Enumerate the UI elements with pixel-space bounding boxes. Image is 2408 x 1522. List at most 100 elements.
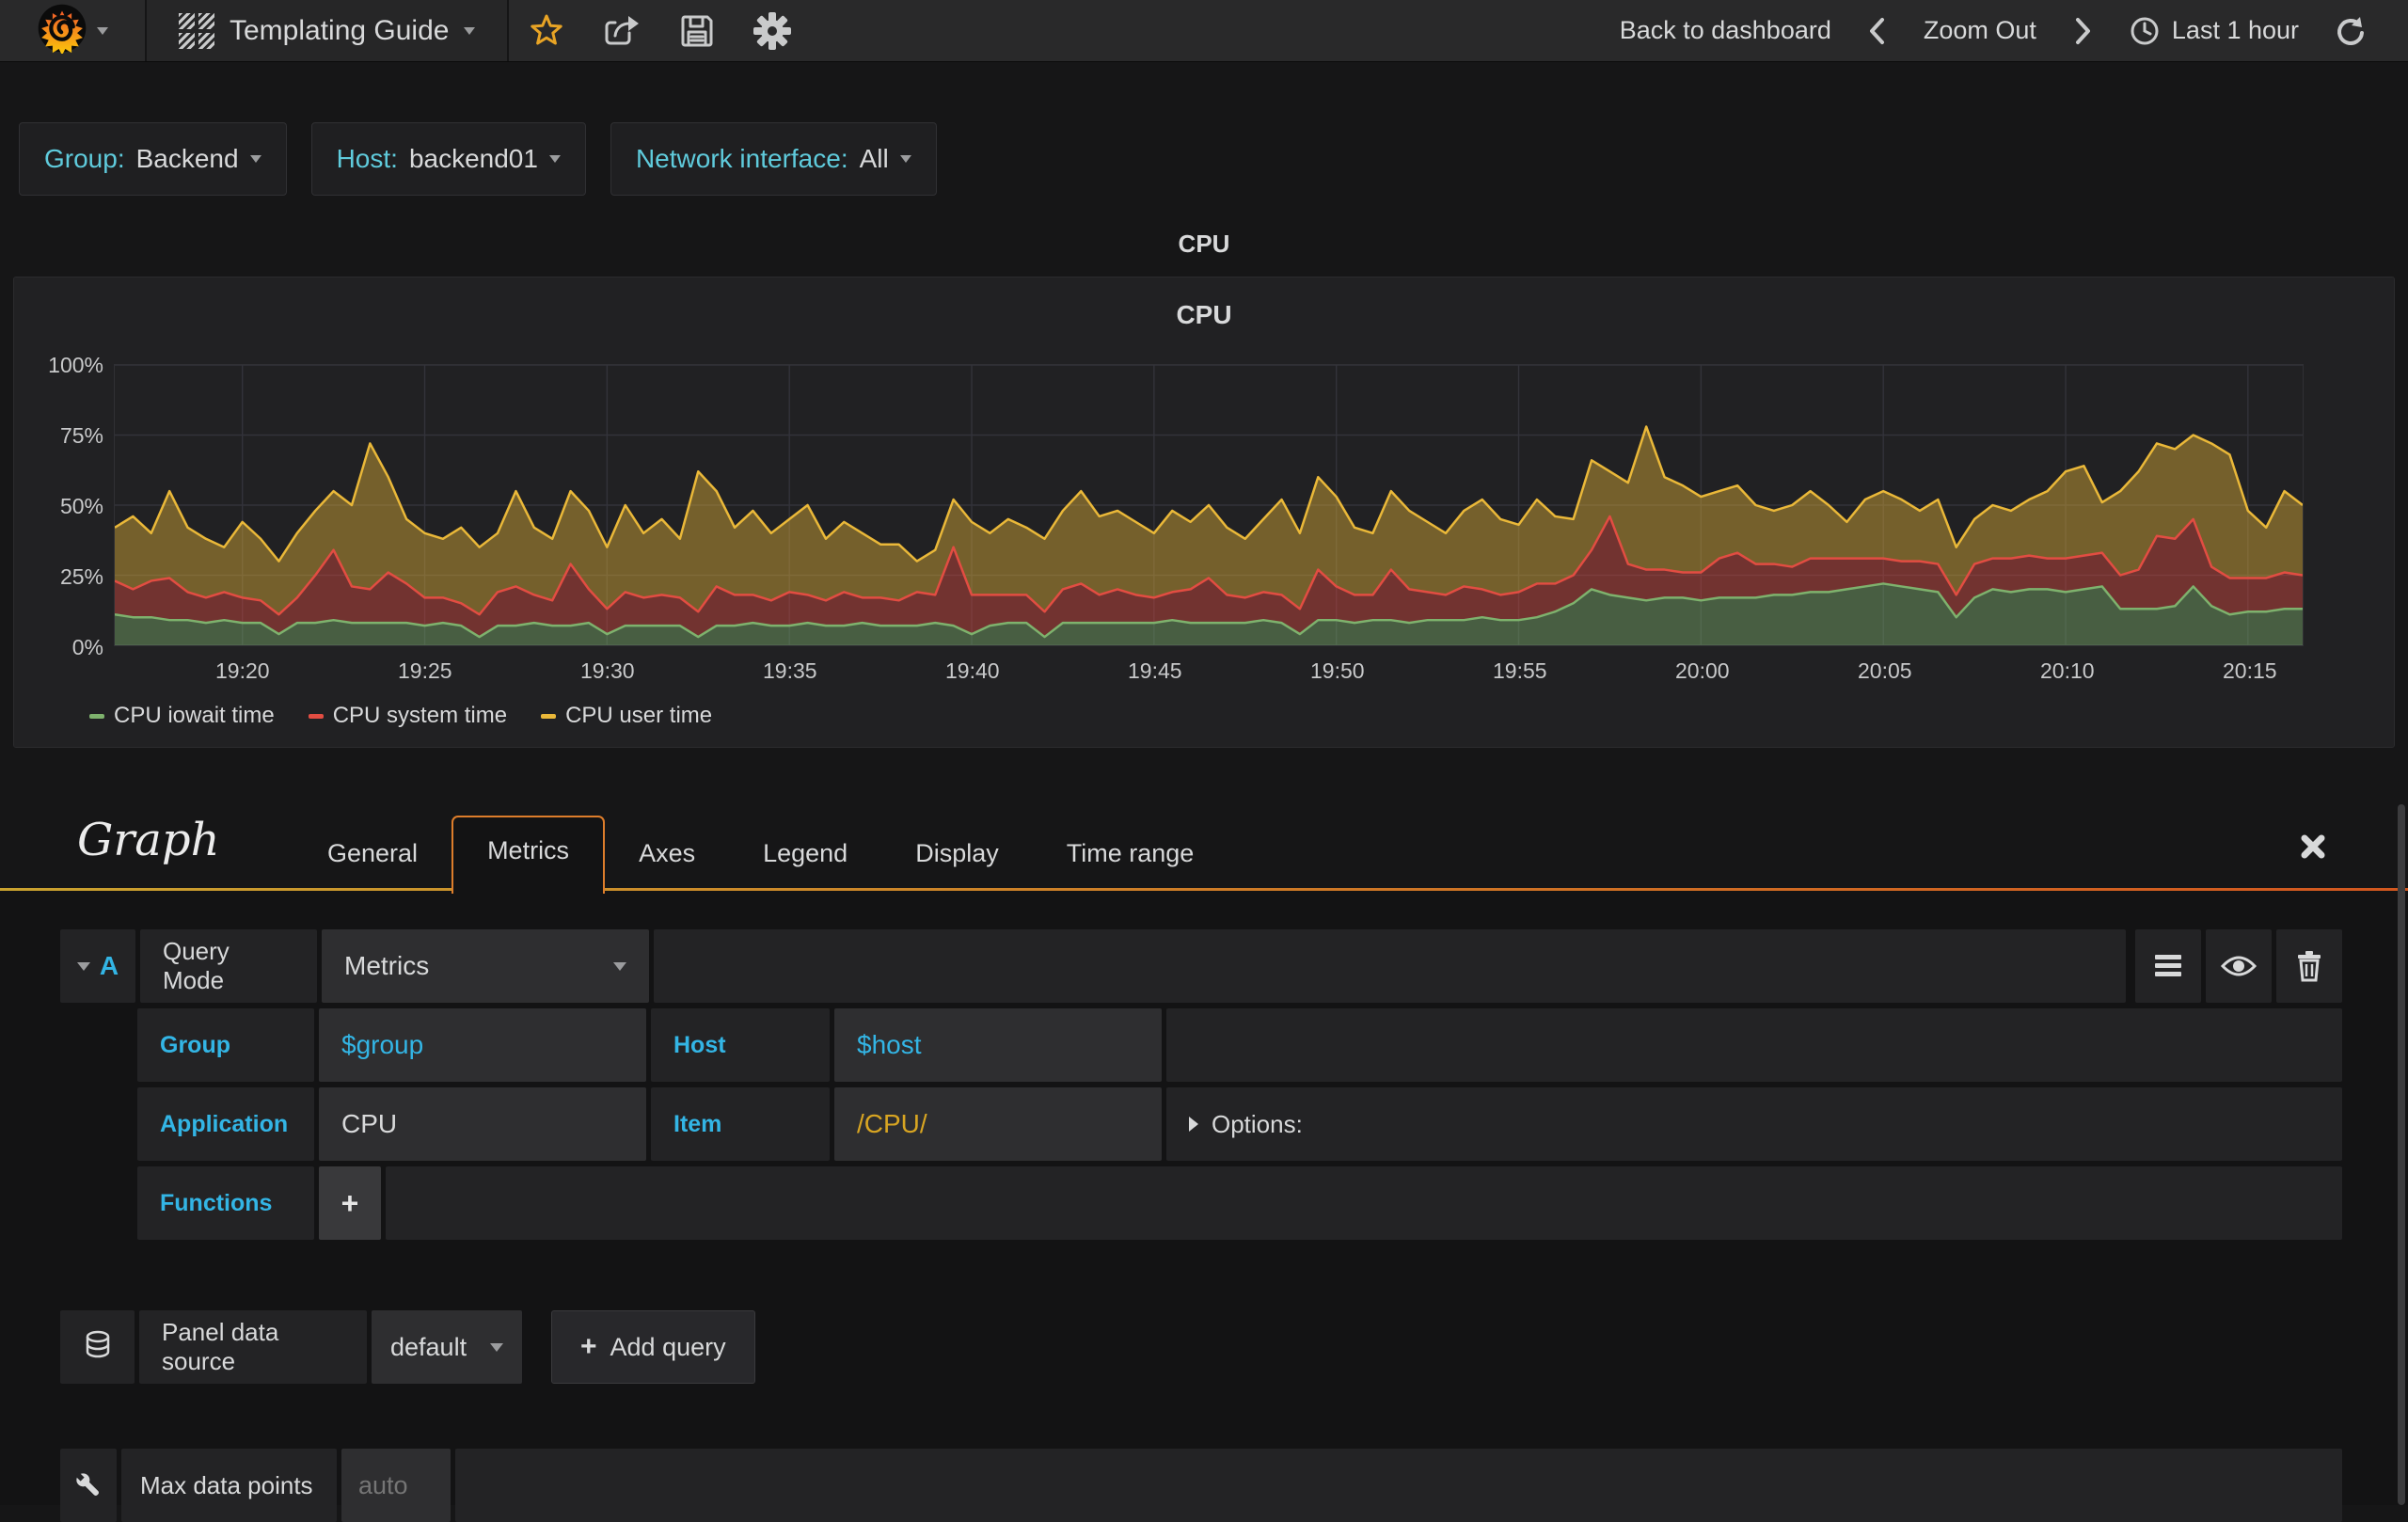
close-icon bbox=[2297, 831, 2329, 863]
eye-icon bbox=[2220, 952, 2258, 980]
chevron-down-icon bbox=[900, 155, 911, 163]
query-toggle-visibility-button[interactable] bbox=[2206, 929, 2272, 1003]
panel-editor-header: Graph General Metrics Axes Legend Displa… bbox=[0, 799, 2408, 891]
dashboard-title: Templating Guide bbox=[230, 15, 449, 47]
stacked-area-chart bbox=[115, 365, 2303, 645]
share-button[interactable] bbox=[584, 0, 659, 62]
chevron-down-icon bbox=[490, 1343, 503, 1352]
chevron-right-icon bbox=[1189, 1117, 1198, 1132]
variable-value: Backend bbox=[136, 144, 239, 174]
variable-label: Group: bbox=[44, 144, 125, 174]
time-picker[interactable]: Last 1 hour bbox=[2129, 15, 2299, 47]
group-label: Group bbox=[137, 1008, 314, 1082]
scrollbar[interactable] bbox=[2398, 804, 2405, 1505]
variable-group[interactable]: Group: Backend bbox=[19, 122, 287, 196]
wrench-icon-box bbox=[60, 1449, 117, 1522]
max-data-points-label: Max data points bbox=[121, 1449, 337, 1522]
zoom-out-right-button[interactable] bbox=[2070, 15, 2095, 47]
query-row-a: A Query Mode Metrics bbox=[60, 929, 2342, 1003]
item-label: Item bbox=[651, 1087, 830, 1161]
application-value: CPU bbox=[341, 1109, 397, 1139]
legend-item-system[interactable]: CPU system time bbox=[309, 703, 507, 729]
max-data-points-input[interactable] bbox=[341, 1449, 451, 1522]
variable-host[interactable]: Host: backend01 bbox=[311, 122, 586, 196]
options-toggle[interactable]: Options: bbox=[1166, 1087, 2342, 1161]
legend-swatch bbox=[89, 714, 104, 719]
query-menu-button[interactable] bbox=[2135, 929, 2201, 1003]
group-input[interactable]: $group bbox=[319, 1008, 646, 1082]
tab-axes[interactable]: Axes bbox=[605, 820, 729, 891]
panel-datasource-label: Panel data source bbox=[139, 1310, 367, 1384]
plus-icon: + bbox=[580, 1331, 597, 1363]
dashboard-grid-icon bbox=[179, 13, 214, 49]
legend-label: CPU system time bbox=[333, 703, 507, 729]
query-row-spacer bbox=[386, 1166, 2342, 1240]
legend-swatch bbox=[541, 714, 556, 719]
variable-label: Network interface: bbox=[636, 144, 848, 174]
chevron-left-icon bbox=[1865, 15, 1890, 47]
item-value: /CPU/ bbox=[857, 1109, 927, 1139]
zoom-out-left-button[interactable] bbox=[1865, 15, 1890, 47]
chevron-down-icon bbox=[549, 155, 561, 163]
star-button[interactable] bbox=[509, 0, 584, 62]
settings-button[interactable] bbox=[735, 0, 810, 62]
variable-network-interface[interactable]: Network interface: All bbox=[610, 122, 937, 196]
datasource-value: default bbox=[390, 1333, 467, 1362]
chevron-down-icon bbox=[464, 27, 475, 35]
tab-general[interactable]: General bbox=[293, 820, 452, 891]
save-button[interactable] bbox=[659, 0, 735, 62]
panel-header-title[interactable]: CPU bbox=[0, 230, 2408, 259]
host-label: Host bbox=[651, 1008, 830, 1082]
legend-label: CPU iowait time bbox=[114, 703, 275, 729]
chart-title: CPU bbox=[14, 300, 2394, 330]
add-function-button[interactable]: + bbox=[319, 1166, 381, 1240]
chevron-down-icon bbox=[77, 962, 90, 971]
application-input[interactable]: CPU bbox=[319, 1087, 646, 1161]
save-icon bbox=[678, 12, 716, 50]
query-row-spacer bbox=[654, 929, 2126, 1003]
chart-plot-area[interactable]: 0%25%50%75%100% 19:2019:2519:3019:3519:4… bbox=[114, 364, 2304, 646]
query-mode-label: Query Mode bbox=[140, 929, 317, 1003]
query-collapse-toggle[interactable]: A bbox=[60, 929, 135, 1003]
grafana-menu[interactable] bbox=[0, 0, 147, 61]
host-input[interactable]: $host bbox=[834, 1008, 1162, 1082]
application-label: Application bbox=[137, 1087, 314, 1161]
query-row-application-item: Application CPU Item /CPU/ Options: bbox=[137, 1087, 2342, 1161]
query-delete-button[interactable] bbox=[2276, 929, 2342, 1003]
legend-label: CPU user time bbox=[565, 703, 712, 729]
variable-label: Host: bbox=[337, 144, 398, 174]
dashboard-title-picker[interactable]: Templating Guide bbox=[147, 0, 509, 61]
tab-time-range[interactable]: Time range bbox=[1033, 820, 1228, 891]
legend-item-iowait[interactable]: CPU iowait time bbox=[89, 703, 275, 729]
legend-item-user[interactable]: CPU user time bbox=[541, 703, 712, 729]
close-editor-button[interactable] bbox=[2297, 831, 2329, 867]
functions-label: Functions bbox=[137, 1166, 314, 1240]
max-data-points-row: Max data points bbox=[60, 1449, 2342, 1522]
query-ref-letter: A bbox=[100, 951, 119, 981]
template-variables: Group: Backend Host: backend01 Network i… bbox=[19, 122, 937, 196]
chevron-right-icon bbox=[2070, 15, 2095, 47]
query-mode-select[interactable]: Metrics bbox=[322, 929, 649, 1003]
chart-legend: CPU iowait time CPU system time CPU user… bbox=[89, 703, 712, 729]
top-navbar: Templating Guide bbox=[0, 0, 2408, 62]
tab-legend[interactable]: Legend bbox=[729, 820, 881, 891]
add-query-label: Add query bbox=[610, 1333, 726, 1362]
tab-display[interactable]: Display bbox=[881, 820, 1033, 891]
datasource-select[interactable]: default bbox=[372, 1310, 522, 1384]
datasource-row: Panel data source default + Add query bbox=[60, 1310, 2342, 1384]
database-icon bbox=[83, 1330, 113, 1364]
clock-icon bbox=[2129, 15, 2161, 47]
tab-metrics[interactable]: Metrics bbox=[452, 816, 605, 894]
query-mode-value: Metrics bbox=[344, 951, 429, 981]
wrench-icon bbox=[72, 1469, 104, 1501]
menu-icon bbox=[2152, 952, 2184, 980]
zoom-out-button[interactable]: Zoom Out bbox=[1924, 16, 2036, 45]
query-row-group-host: Group $group Host $host bbox=[137, 1008, 2342, 1082]
add-query-button[interactable]: + Add query bbox=[551, 1310, 755, 1384]
item-input[interactable]: /CPU/ bbox=[834, 1087, 1162, 1161]
back-to-dashboard-link[interactable]: Back to dashboard bbox=[1620, 16, 1831, 45]
variable-value: backend01 bbox=[409, 144, 538, 174]
gear-icon bbox=[752, 11, 792, 51]
star-icon bbox=[528, 12, 565, 50]
refresh-button[interactable] bbox=[2333, 14, 2367, 48]
